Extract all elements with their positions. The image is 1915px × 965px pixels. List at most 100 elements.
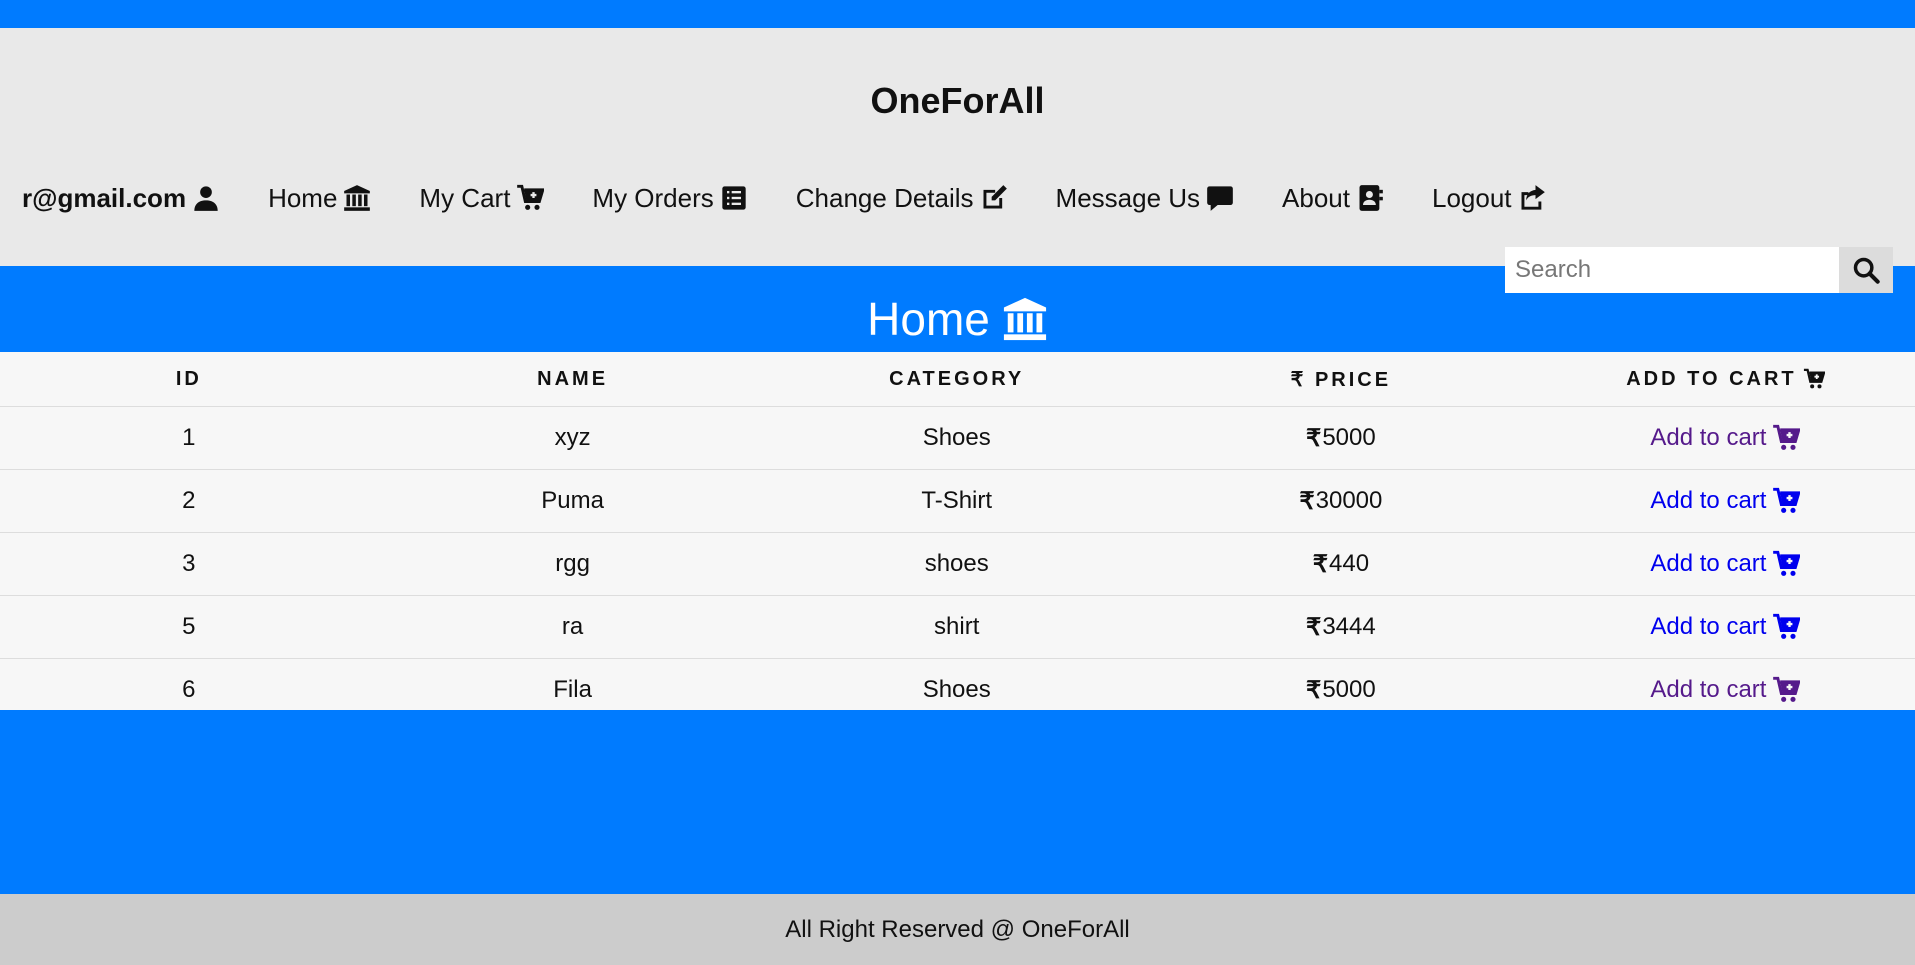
cell-category: shoes [767, 532, 1146, 596]
brand-title: OneForAll [870, 80, 1045, 121]
table-header-row: ID NAME CATEGORY ₹ PRICE ADD TO CART [0, 352, 1915, 407]
cell-id: 6 [182, 676, 196, 703]
cell-price: ₹5000 [1145, 406, 1536, 470]
rupee-symbol: ₹ [1312, 550, 1328, 578]
cell-name: ra [377, 595, 768, 659]
page-title: Home [0, 292, 1915, 346]
search-input[interactable] [1505, 247, 1839, 293]
column-header-name: NAME [377, 352, 768, 407]
price-value: 30000 [1315, 487, 1383, 514]
search-button[interactable] [1839, 247, 1893, 293]
site-header: OneForAll r@gmail.com Home My Cart My Or… [0, 28, 1915, 293]
page-title-text: Home [867, 293, 990, 345]
add-to-cart-label: Add to cart [1650, 487, 1767, 514]
cell-id: 5 [0, 595, 378, 659]
search-icon [1853, 257, 1880, 284]
user-account[interactable]: r@gmail.com [22, 183, 220, 214]
bank-icon [1003, 297, 1046, 341]
column-header-id: ID [0, 352, 378, 407]
bank-icon [344, 185, 371, 211]
nav-item-label: Home [268, 182, 338, 213]
column-header-add-to-cart: ADD TO CART [1535, 352, 1915, 407]
nav-item-label: My Cart [419, 182, 511, 213]
products-table: ID NAME CATEGORY ₹ PRICE ADD TO CART 1 xy… [0, 352, 1915, 721]
cell-id: 2 [0, 469, 378, 533]
add-to-cart-label: Add to cart [1650, 550, 1767, 577]
price-value: 5000 [1322, 676, 1376, 703]
nav-item-label: My Orders [592, 182, 714, 213]
add-to-cart-label: Add to cart [1650, 676, 1767, 703]
contact-book-icon [1359, 185, 1383, 211]
cart-plus-icon [1773, 487, 1801, 513]
add-to-cart-link[interactable]: Add to cart [1650, 676, 1801, 704]
footer-text: All Right Reserved @ OneForAll [785, 915, 1130, 943]
cell-id: 1 [0, 406, 378, 470]
cell-id: 3 [0, 532, 378, 596]
nav-item-about[interactable]: About [1282, 183, 1384, 214]
cell-price: ₹3444 [1145, 595, 1536, 659]
cell-add-to-cart: Add to cart [1535, 469, 1915, 533]
user-email: r@gmail.com [22, 182, 187, 213]
cell-price: ₹30000 [1145, 469, 1536, 533]
search-bar [1505, 247, 1893, 293]
rupee-symbol: ₹ [1306, 676, 1322, 704]
main-nav: r@gmail.com Home My Cart My Orders Chang… [22, 178, 1594, 218]
price-value: 3444 [1322, 613, 1376, 640]
cell-name: Fila [553, 676, 592, 703]
nav-item-message-us[interactable]: Message Us [1056, 183, 1235, 214]
nav-item-label: About [1282, 182, 1350, 213]
cell-add-to-cart: Add to cart [1535, 595, 1915, 659]
cell-price: ₹440 [1145, 532, 1536, 596]
column-header-price: ₹ PRICE [1145, 352, 1536, 407]
nav-item-logout[interactable]: Logout [1432, 183, 1546, 214]
cart-plus-icon [1773, 613, 1801, 639]
cell-add-to-cart: Add to cart [1535, 406, 1915, 470]
cell-name: rgg [377, 532, 768, 596]
nav-item-change-details[interactable]: Change Details [796, 183, 1008, 214]
add-to-cart-label: Add to cart [1650, 424, 1767, 451]
nav-item-label: Change Details [795, 182, 974, 213]
rupee-symbol: ₹ [1299, 487, 1315, 515]
top-accent-bar [0, 0, 1915, 28]
nav-item-my-cart[interactable]: My Cart [419, 182, 545, 214]
nav-item-my-orders[interactable]: My Orders [592, 183, 747, 214]
table-row: 6 Fila Shoes ₹5000 Add to cart [0, 659, 1915, 722]
table-row: 5 ra shirt ₹3444 Add to cart [0, 595, 1915, 659]
rupee-symbol: ₹ [1306, 424, 1322, 452]
cell-add-to-cart: Add to cart [1536, 659, 1915, 722]
table-row: 3 rgg shoes ₹440 Add to cart [0, 532, 1915, 596]
nav-item-label: Logout [1432, 182, 1512, 213]
nav-item-home[interactable]: Home [268, 183, 371, 214]
add-to-cart-link[interactable]: Add to cart [1650, 487, 1801, 515]
price-value: 440 [1329, 550, 1370, 577]
products-table-container: ID NAME CATEGORY ₹ PRICE ADD TO CART 1 xy… [0, 352, 1915, 710]
table-body: 1 xyz Shoes ₹5000 Add to cart 2 Puma T-Shirt ₹30… [0, 406, 1915, 722]
cell-name: Puma [377, 469, 768, 533]
cell-name: xyz [377, 406, 768, 470]
add-to-cart-link[interactable]: Add to cart [1650, 613, 1801, 641]
table-row: 1 xyz Shoes ₹5000 Add to cart [0, 406, 1915, 470]
cell-category: Shoes [767, 406, 1146, 470]
message-icon [1207, 186, 1233, 211]
price-value: 5000 [1322, 424, 1376, 451]
cart-icon [517, 184, 545, 210]
share-icon [1521, 185, 1545, 210]
nav-item-label: Message Us [1055, 182, 1201, 213]
cell-category: Shoes [922, 676, 991, 703]
column-header-add-to-cart-label: ADD TO CART [1626, 367, 1797, 390]
cart-plus-icon [1773, 424, 1801, 450]
add-to-cart-link[interactable]: Add to cart [1650, 424, 1801, 452]
cart-plus-icon [1773, 676, 1801, 702]
add-to-cart-label: Add to cart [1650, 613, 1767, 640]
list-icon [722, 186, 746, 210]
cell-add-to-cart: Add to cart [1535, 532, 1915, 596]
site-footer: All Right Reserved @ OneForAll [0, 894, 1915, 965]
rupee-symbol: ₹ [1306, 613, 1322, 641]
cart-icon [1803, 368, 1825, 389]
table-row: 2 Puma T-Shirt ₹30000 Add to cart [0, 469, 1915, 533]
column-header-category: CATEGORY [767, 352, 1146, 407]
cell-category: shirt [767, 595, 1146, 659]
add-to-cart-link[interactable]: Add to cart [1650, 550, 1801, 578]
edit-icon [983, 185, 1007, 209]
cell-category: T-Shirt [767, 469, 1146, 533]
